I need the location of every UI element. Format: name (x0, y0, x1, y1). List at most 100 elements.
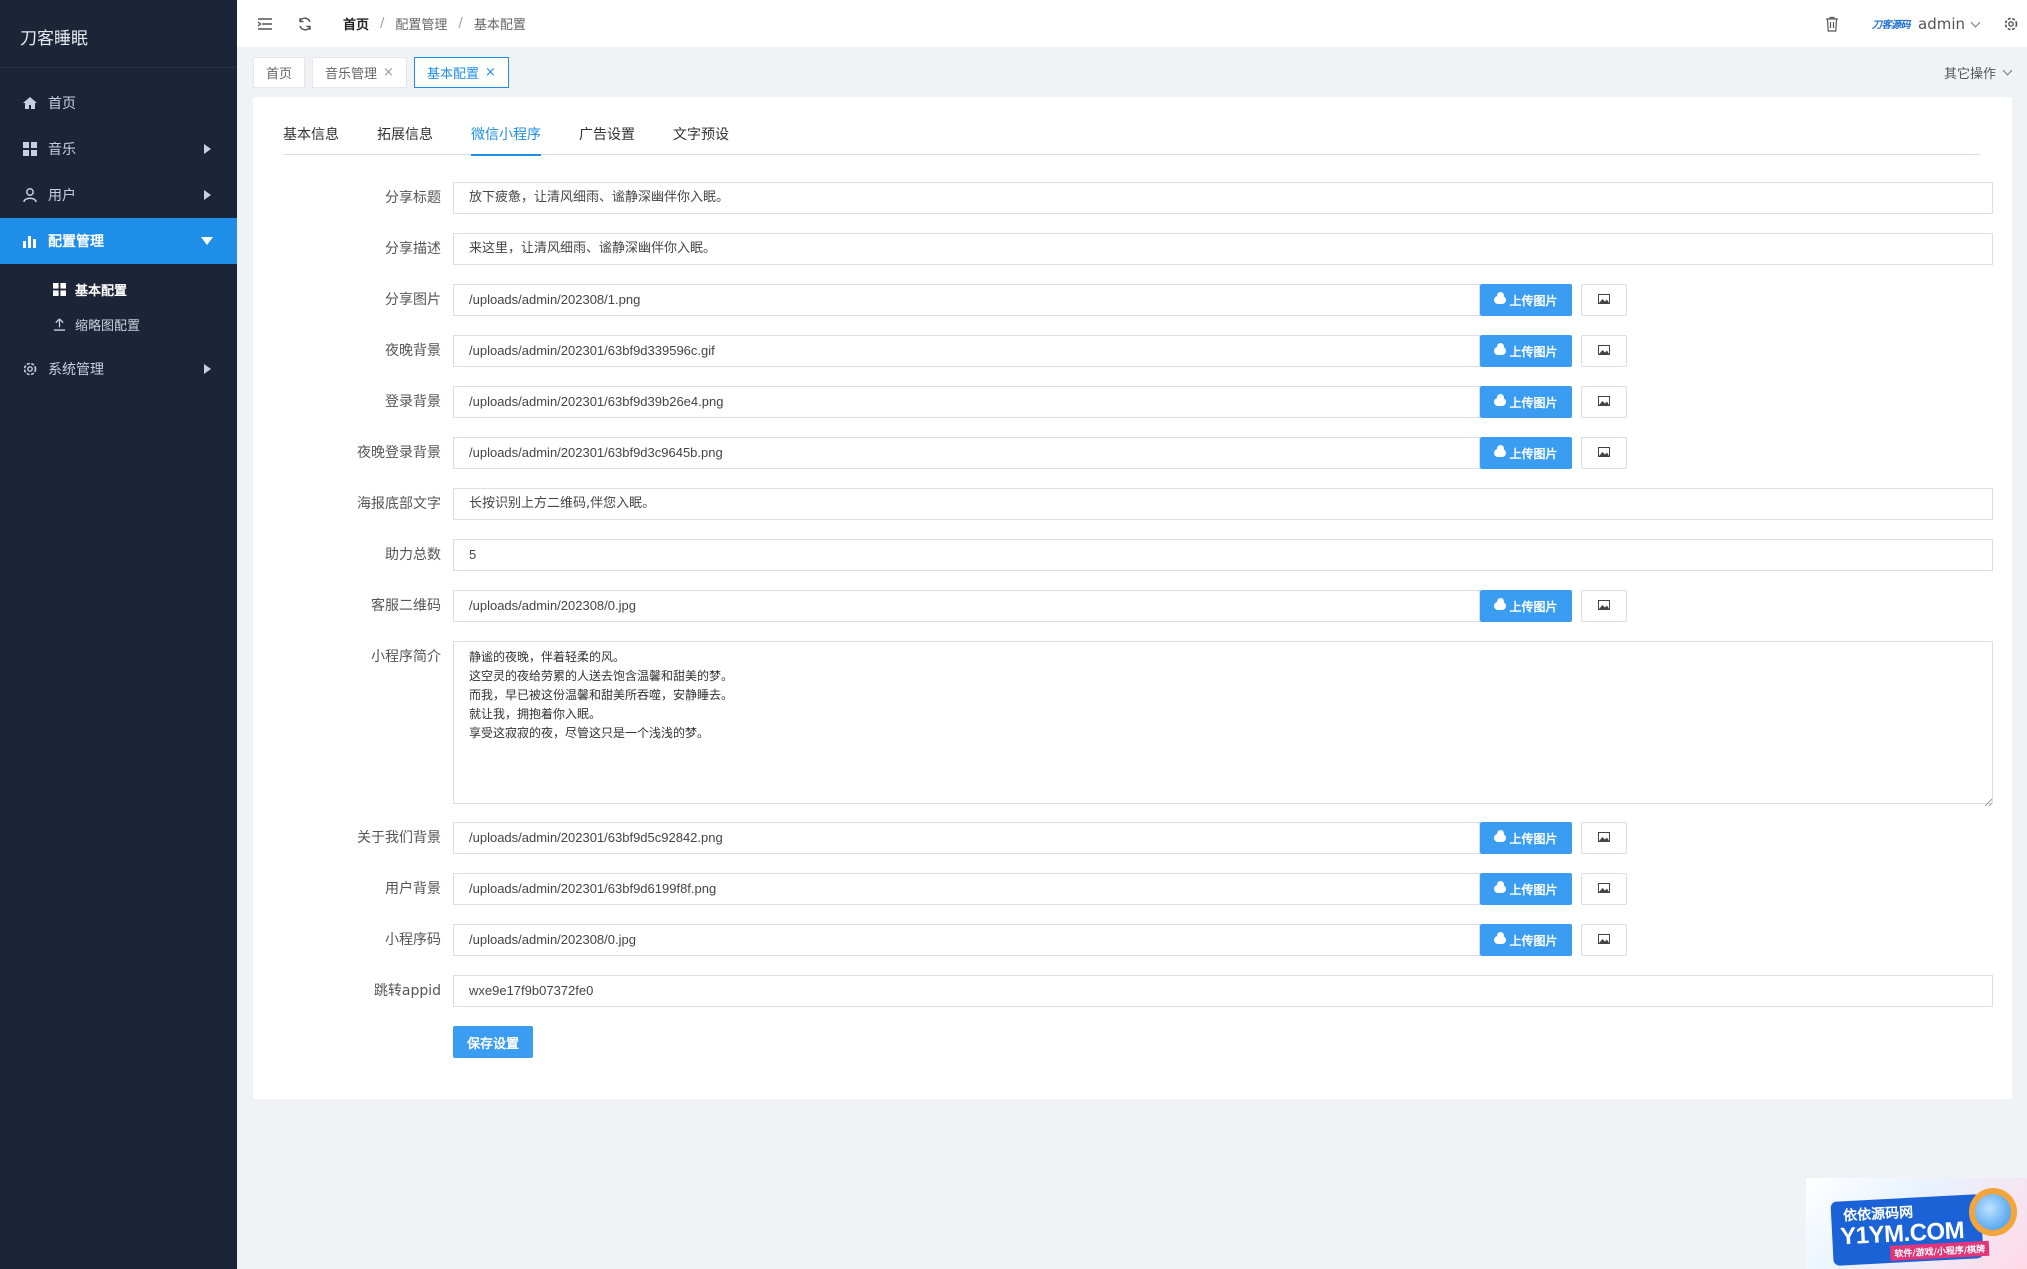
upload-image-button[interactable]: 上传图片 (1480, 437, 1572, 469)
refresh-icon[interactable] (295, 14, 315, 34)
resize-grip[interactable] (1984, 795, 1993, 811)
tab-label: 基本配置 (426, 66, 479, 82)
share-desc-input[interactable]: 来这里，让清风细雨、谧静深幽伴你入眠。 (453, 233, 1993, 265)
chevron-down-icon (1970, 17, 1981, 27)
submenu-item-thumbnail-config[interactable]: 缩略图配置 (0, 307, 237, 342)
sidebar-item-label: 音乐 (48, 142, 76, 158)
field-label: 关于我们背景 (357, 830, 441, 846)
image-icon (1598, 881, 1610, 897)
sidebar-item-config[interactable]: 配置管理 (0, 218, 237, 264)
image-icon (1598, 445, 1610, 461)
save-settings-button[interactable]: 保存设置 (453, 1026, 533, 1058)
sidebar-item-user[interactable]: 用户 (0, 172, 237, 218)
menu-toggle-icon[interactable] (255, 14, 275, 34)
sidebar-item-label: 系统管理 (48, 362, 104, 378)
app-logo-title: 刀客睡眠 (0, 0, 237, 68)
form-tab-wechat-miniprogram[interactable]: 微信小程序 (471, 119, 541, 156)
mini-code-input[interactable]: /uploads/admin/202308/0.jpg (453, 924, 1480, 956)
gear-icon (22, 361, 38, 377)
about-bg-input[interactable]: /uploads/admin/202301/63bf9d5c92842.png (453, 822, 1480, 854)
preview-image-button[interactable] (1581, 924, 1627, 956)
preview-image-button[interactable] (1581, 284, 1627, 316)
intro-textarea[interactable]: 静谧的夜晚，伴着轻柔的风。 这空灵的夜给劳累的人送去饱含温馨和甜美的梦。 而我，… (453, 641, 1993, 804)
user-menu[interactable]: admin (1918, 14, 1981, 33)
breadcrumb-item[interactable]: 首页 (343, 14, 369, 33)
share-image-input[interactable]: /uploads/admin/202308/1.png (453, 284, 1480, 316)
upload-button-label: 上传图片 (1509, 293, 1558, 308)
cloud-upload-icon (1494, 343, 1507, 355)
sidebar-item-system[interactable]: 系统管理 (0, 346, 237, 392)
preview-image-button[interactable] (1581, 822, 1627, 854)
cloud-upload-icon (1494, 292, 1507, 304)
field-label: 小程序简介 (371, 649, 441, 665)
upload-image-button[interactable]: 上传图片 (1480, 284, 1572, 316)
caret-right-icon (204, 190, 211, 200)
gear-icon[interactable] (2001, 14, 2021, 34)
service-qr-input[interactable]: /uploads/admin/202308/0.jpg (453, 590, 1480, 622)
header-right: 刀客源码 admin (1822, 0, 2027, 47)
night-bg-input[interactable]: /uploads/admin/202301/63bf9d339596c.gif (453, 335, 1480, 367)
grid-icon (22, 141, 38, 157)
form-tab-ad-settings[interactable]: 广告设置 (579, 119, 635, 155)
breadcrumb-item: 基本配置 (473, 18, 526, 33)
image-icon (1598, 292, 1610, 308)
upload-image-button[interactable]: 上传图片 (1480, 590, 1572, 622)
upload-image-button[interactable]: 上传图片 (1480, 386, 1572, 418)
tab-music-manage[interactable]: 音乐管理 × (312, 56, 407, 88)
user-icon (22, 187, 38, 203)
user-bg-input[interactable]: /uploads/admin/202301/63bf9d6199f8f.png (453, 873, 1480, 905)
form-tab-text-presets[interactable]: 文字预设 (673, 119, 729, 155)
breadcrumb-item: 配置管理 (395, 18, 448, 33)
bar-chart-icon (22, 233, 38, 249)
submenu-item-label: 缩略图配置 (75, 319, 141, 334)
preview-image-button[interactable] (1581, 386, 1627, 418)
preview-image-button[interactable] (1581, 437, 1627, 469)
cloud-upload-icon (1494, 932, 1507, 944)
sidebar-item-label: 配置管理 (48, 234, 104, 250)
poster-text-input[interactable]: 长按识别上方二维码,伴您入眠。 (453, 488, 1993, 520)
field-label: 跳转appid (373, 983, 441, 999)
login-bg-input[interactable]: /uploads/admin/202301/63bf9d39b26e4.png (453, 386, 1480, 418)
upload-image-button[interactable]: 上传图片 (1480, 924, 1572, 956)
jump-appid-input[interactable]: wxe9e17f9b07372fe0 (453, 975, 1993, 1007)
cloud-upload-icon (1494, 394, 1507, 406)
other-operations-dropdown[interactable]: 其它操作 (1944, 47, 2013, 97)
grid-icon (52, 283, 66, 297)
assist-total-input[interactable]: 5 (453, 539, 1993, 571)
preview-image-button[interactable] (1581, 590, 1627, 622)
form-tab-basic-info[interactable]: 基本信息 (283, 119, 339, 155)
field-label: 登录背景 (385, 394, 441, 410)
home-icon (22, 95, 38, 111)
field-label: 分享标题 (385, 190, 441, 206)
top-header: 首页 / 配置管理 / 基本配置 刀客源码 admin (237, 0, 2027, 47)
night-login-bg-input[interactable]: /uploads/admin/202301/63bf9d3c9645b.png (453, 437, 1480, 469)
tab-home[interactable]: 首页 (253, 56, 306, 88)
submenu-item-basic-config[interactable]: 基本配置 (0, 272, 237, 307)
upload-image-button[interactable]: 上传图片 (1480, 822, 1572, 854)
submenu-item-label: 基本配置 (75, 284, 128, 299)
caret-right-icon (204, 144, 211, 154)
upload-button-label: 上传图片 (1509, 831, 1558, 846)
upload-image-button[interactable]: 上传图片 (1480, 335, 1572, 367)
sidebar-item-music[interactable]: 音乐 (0, 126, 237, 172)
preview-image-button[interactable] (1581, 335, 1627, 367)
preview-image-button[interactable] (1581, 873, 1627, 905)
tab-basic-config[interactable]: 基本配置 × (413, 56, 509, 88)
watermark-logo: 依依源码网 Y1YM.COM 软件/游戏/小程序/棋牌 (1806, 1178, 2027, 1269)
field-label: 分享图片 (385, 292, 441, 308)
form-tabs: 基本信息 拓展信息 微信小程序 广告设置 文字预设 (283, 119, 1980, 156)
sidebar-item-home[interactable]: 首页 (0, 80, 237, 126)
close-icon[interactable]: × (485, 65, 496, 80)
upload-image-button[interactable]: 上传图片 (1480, 873, 1572, 905)
close-icon[interactable]: × (383, 65, 394, 80)
upload-button-label: 上传图片 (1509, 344, 1558, 359)
upload-icon (52, 318, 66, 332)
form-tab-extended-info[interactable]: 拓展信息 (377, 119, 433, 155)
cloud-upload-icon (1494, 598, 1507, 610)
image-icon (1598, 394, 1610, 410)
field-label: 分享描述 (385, 241, 441, 257)
user-name-label: admin (1918, 14, 1965, 33)
breadcrumb-separator: / (380, 16, 385, 31)
share-title-input[interactable]: 放下疲惫，让清风细雨、谧静深幽伴你入眠。 (453, 182, 1993, 214)
trash-icon[interactable] (1822, 14, 1842, 34)
